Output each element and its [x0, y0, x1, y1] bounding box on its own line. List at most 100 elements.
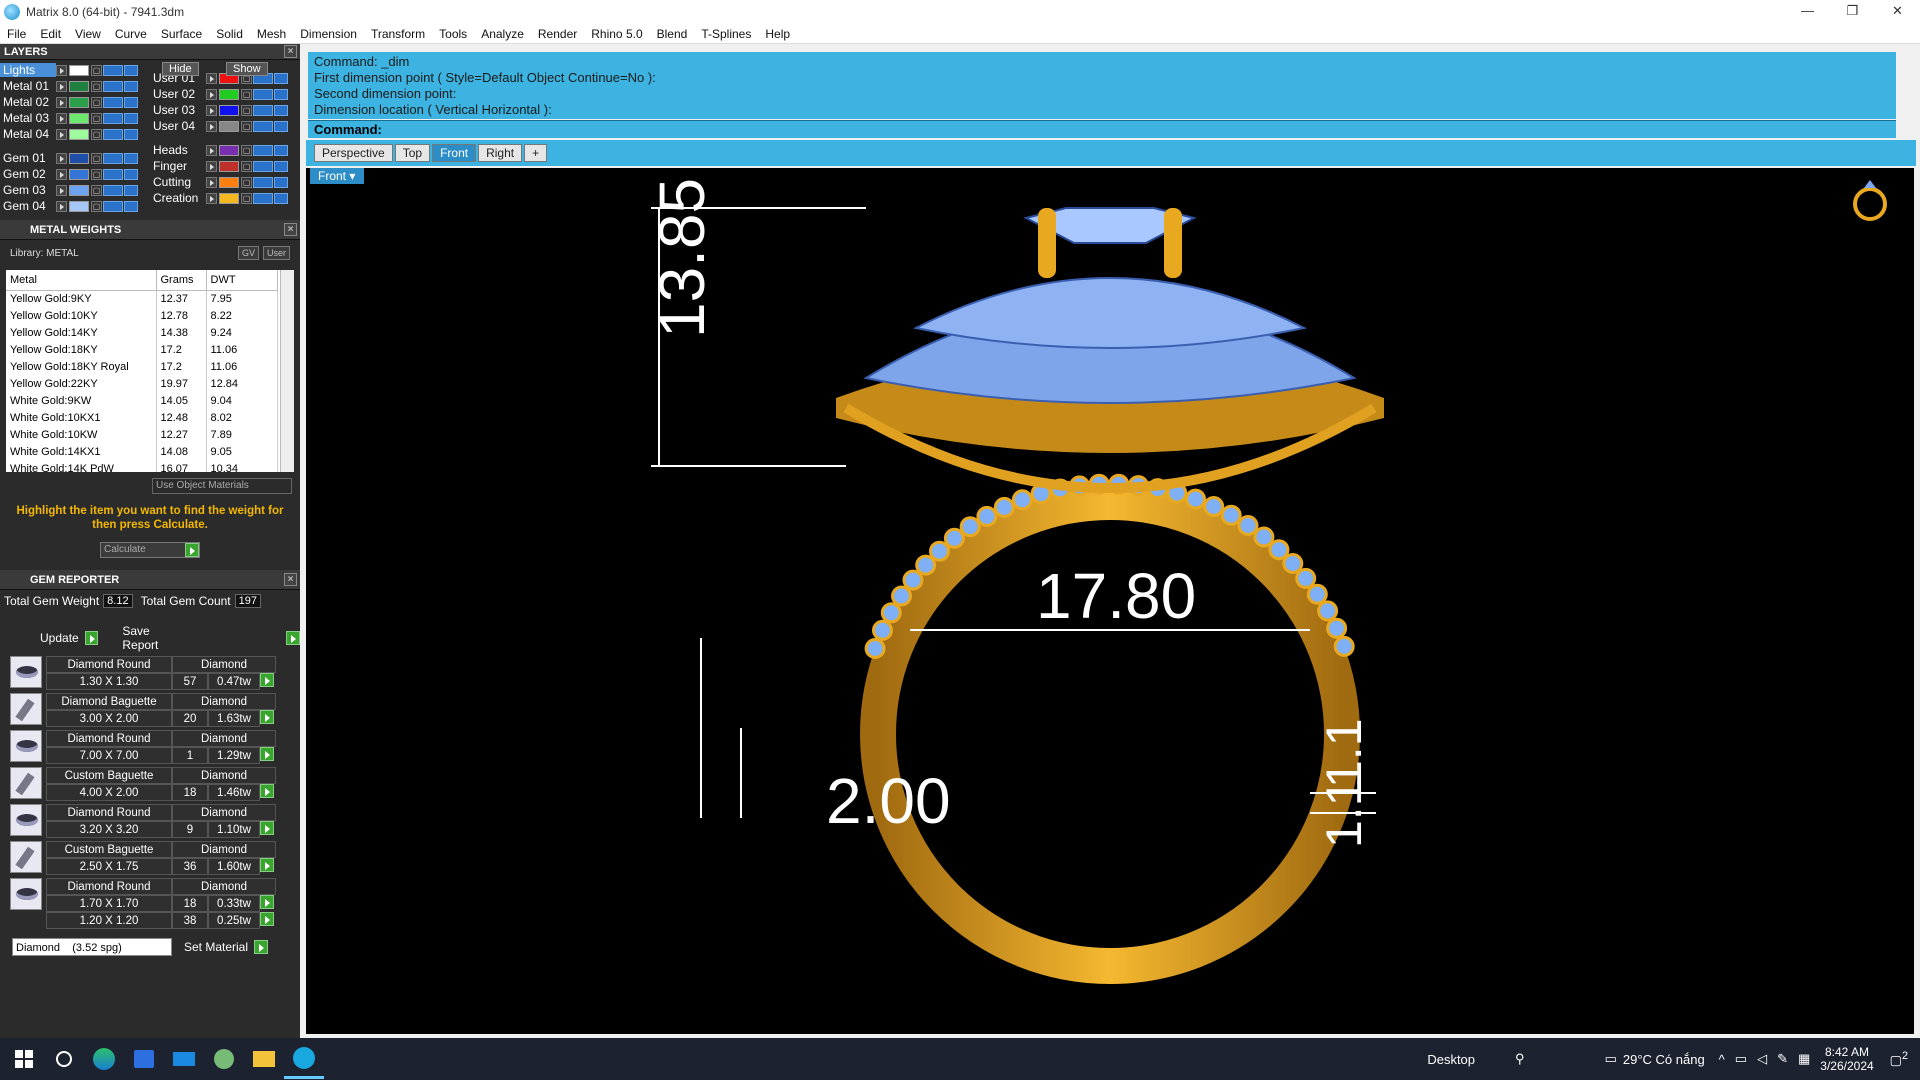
set-material-button[interactable] [254, 940, 269, 954]
layer-visibility-toggle[interactable] [103, 80, 123, 92]
weather-text[interactable]: 29°C Có nắng [1623, 1052, 1705, 1067]
layer-row[interactable]: User 03 ▢ [150, 102, 300, 118]
layer-select-toggle[interactable] [124, 200, 138, 212]
menu-curve[interactable]: Curve [108, 24, 154, 44]
update-button[interactable] [84, 631, 99, 645]
layer-expand-icon[interactable] [206, 120, 217, 132]
layer-row[interactable]: Gem 04 ▢ [0, 198, 150, 214]
matrix-app-icon[interactable] [284, 1039, 324, 1079]
user-toggle[interactable]: User [262, 246, 290, 260]
menu-analyze[interactable]: Analyze [474, 24, 531, 44]
lock-icon[interactable]: ▢ [241, 192, 252, 204]
menu-render[interactable]: Render [531, 24, 584, 44]
tab-front[interactable]: Front [432, 144, 477, 162]
layer-row[interactable]: Metal 02 ▢ [0, 94, 150, 110]
layer-visibility-toggle[interactable] [253, 104, 273, 116]
layer-select-toggle[interactable] [274, 72, 288, 84]
layer-color-swatch[interactable] [69, 80, 89, 92]
gem-select-button[interactable] [260, 673, 274, 687]
layer-color-swatch[interactable] [69, 112, 89, 124]
layer-row[interactable] [0, 142, 150, 150]
lock-icon[interactable]: ▢ [91, 152, 102, 164]
table-row[interactable]: Yellow Gold:14KY 14.38 9.24 [6, 324, 278, 341]
layer-expand-icon[interactable] [206, 72, 217, 84]
layer-visibility-toggle[interactable] [103, 64, 123, 76]
layer-row[interactable]: Lights ▢ [0, 62, 150, 78]
volume-icon[interactable]: ◁ [1757, 1051, 1767, 1067]
layer-name[interactable]: Gem 02 [0, 167, 56, 181]
menu-tools[interactable]: Tools [432, 24, 474, 44]
material-select[interactable]: Diamond (3.52 spg) [12, 938, 172, 956]
lock-icon[interactable]: ▢ [91, 80, 102, 92]
lock-icon[interactable]: ▢ [241, 160, 252, 172]
layer-row[interactable]: User 02 ▢ [150, 86, 300, 102]
layer-select-toggle[interactable] [274, 160, 288, 172]
layer-expand-icon[interactable] [56, 96, 67, 108]
layer-name[interactable]: Metal 01 [0, 79, 56, 93]
menu-surface[interactable]: Surface [154, 24, 209, 44]
gem-row[interactable]: Diamond Baguette 3.00 X 2.00 Diamond 20 1.63… [10, 693, 292, 728]
tab-perspective[interactable]: Perspective [314, 144, 393, 162]
lock-icon[interactable]: ▢ [91, 200, 102, 212]
layer-expand-icon[interactable] [206, 176, 217, 188]
gem-row[interactable]: Diamond Round 3.20 X 3.20 Diamond 9 1.10tw [10, 804, 292, 839]
layer-name[interactable]: Metal 04 [0, 127, 56, 141]
layer-name[interactable]: Heads [150, 143, 206, 157]
table-row[interactable]: White Gold:14KX1 14.08 9.05 [6, 443, 278, 460]
layer-name[interactable]: Creation [150, 191, 206, 205]
layer-color-swatch[interactable] [69, 200, 89, 212]
gem-select-button[interactable] [260, 858, 274, 872]
menu-tsplines[interactable]: T-Splines [694, 24, 758, 44]
keyboard-icon[interactable]: ▦ [1798, 1051, 1810, 1067]
layer-expand-icon[interactable] [56, 200, 67, 212]
layer-name[interactable]: User 04 [150, 119, 206, 133]
lock-icon[interactable]: ▢ [241, 176, 252, 188]
layer-visibility-toggle[interactable] [103, 152, 123, 164]
menu-dimension[interactable]: Dimension [293, 24, 364, 44]
layer-select-toggle[interactable] [124, 184, 138, 196]
layer-select-toggle[interactable] [124, 96, 138, 108]
layer-color-swatch[interactable] [219, 160, 239, 172]
gem-select-button[interactable] [260, 912, 274, 926]
ring-nav-icon[interactable] [1853, 180, 1887, 221]
menu-edit[interactable]: Edit [33, 24, 68, 44]
tab-top[interactable]: Top [394, 144, 431, 162]
layer-color-swatch[interactable] [219, 144, 239, 156]
desktop-toolbar[interactable]: Desktop [1427, 1052, 1475, 1067]
layer-select-toggle[interactable] [274, 88, 288, 100]
gv-toggle[interactable]: GV [237, 246, 259, 260]
clock[interactable]: 8:42 AM 3/26/2024 [1820, 1045, 1873, 1073]
layer-color-swatch[interactable] [219, 88, 239, 100]
layer-visibility-toggle[interactable] [103, 184, 123, 196]
layer-visibility-toggle[interactable] [103, 200, 123, 212]
windows-start-icon[interactable] [4, 1039, 44, 1079]
layer-row[interactable]: Metal 03 ▢ [0, 110, 150, 126]
table-scrollbar[interactable] [280, 270, 294, 472]
app-icon[interactable] [204, 1039, 244, 1079]
layer-visibility-toggle[interactable] [103, 112, 123, 124]
command-input[interactable]: Command: [308, 120, 1896, 138]
layer-name[interactable]: User 02 [150, 87, 206, 101]
lock-icon[interactable]: ▢ [91, 96, 102, 108]
layer-expand-icon[interactable] [56, 80, 67, 92]
table-row[interactable]: White Gold:9KW 14.05 9.04 [6, 392, 278, 409]
layer-expand-icon[interactable] [206, 144, 217, 156]
menu-transform[interactable]: Transform [364, 24, 432, 44]
table-row[interactable]: Yellow Gold:10KY 12.78 8.22 [6, 307, 278, 324]
col-grams[interactable]: Grams [156, 270, 207, 291]
use-object-materials-checkbox[interactable]: Use Object Materials [152, 478, 292, 494]
layer-select-toggle[interactable] [124, 80, 138, 92]
menu-file[interactable]: File [0, 24, 33, 44]
layer-color-swatch[interactable] [219, 104, 239, 116]
tab-right[interactable]: Right [478, 144, 523, 162]
gem-row[interactable]: Custom Baguette 2.50 X 1.75 Diamond 36 1.60t… [10, 841, 292, 876]
layer-color-swatch[interactable] [69, 184, 89, 196]
layer-color-swatch[interactable] [69, 168, 89, 180]
layer-visibility-toggle[interactable] [253, 160, 273, 172]
table-row[interactable]: Yellow Gold:18KY Royal 17.2 11.06 [6, 358, 278, 375]
layer-expand-icon[interactable] [206, 104, 217, 116]
layer-expand-icon[interactable] [56, 168, 67, 180]
layer-row[interactable]: Creation ▢ [150, 190, 300, 206]
gem-select-button[interactable] [260, 710, 274, 724]
gem-select-button[interactable] [260, 895, 274, 909]
